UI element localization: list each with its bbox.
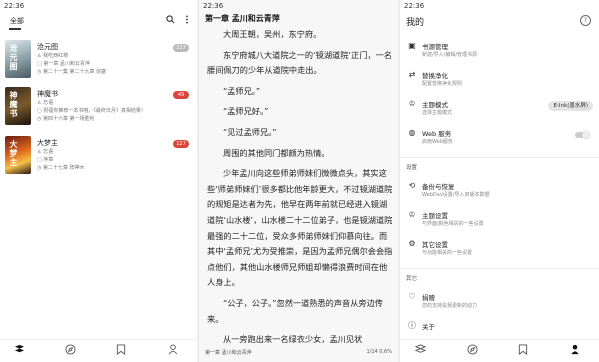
menu-item-about[interactable]: ⓘ 关于 [400,321,599,335]
paragraph: 少年孟川向这些师弟师妹们微微点头，其实这些‘师弟师妹们’很多都比他年龄更大，不过… [207,168,393,288]
book-latest: 序章 [43,157,54,163]
book-cover: 大梦主 [5,136,31,174]
menu-item-donate[interactable]: ♡ 捐赠 您的支持是我更新的动力 [400,292,599,314]
paragraph: 东宁府城八大道院之一的‘镜湖道院’正门，一名腰间佩刀的少年从道院中走出。 [207,49,392,76]
globe-icon: ◍ [408,128,416,137]
unread-badge: 127 [173,140,189,148]
book-current: 第二十一集 第二十九章 剑塞 [42,69,107,75]
divider [400,268,599,269]
paragraph: 大周王朝，吴州，东宁府。 [223,29,322,39]
book-current: 第二十七章 阵神木 [42,165,85,171]
rss-icon[interactable] [516,344,530,358]
book-item[interactable]: 沧元图 沧元图 ♙ 我吃西红柿 ▢ 第一章 孟川和云青萍 ◷ 第二十一集 第二十… [0,40,197,84]
unread-badge: 227 [173,44,189,52]
compass-icon[interactable] [63,344,77,358]
replace-icon: ⇄ [408,70,416,79]
book-item[interactable]: 大梦主 大梦主 ♙ 忘语 ▢ 序章 ◷ 第二十七章 阵神木 127 [0,136,197,180]
section-other: 其它 [406,276,418,282]
section-settings: 设置 [406,165,418,171]
tab-indicator [9,28,21,30]
reader-screen[interactable]: 22:36 第一章 孟川和云青萍 大周王朝，吴州，东宁府。 东宁府城八大道院之一… [199,0,398,362]
shirt-icon: ♔ [408,99,416,108]
reader-footer: 第一章 孟川和云青萍 1/14 0.6% [205,349,392,359]
bottom-nav [0,339,197,362]
backup-icon: ⟲ [408,181,416,190]
paragraph: “孟师兄。” [223,85,261,96]
bottom-nav [400,339,599,362]
profile-icon[interactable] [568,344,582,358]
paragraph: “公子，公子。”忽然一道熟悉的声音从旁边传来。 [207,297,383,324]
profile-icon[interactable] [166,344,180,358]
paragraph: 周围的其他同门都颇为热情。 [223,147,330,158]
menu-item-theme-mode[interactable]: ♔ 主题模式 选择主题模式 E-Ink(墨水屏) [400,99,599,121]
book-current: 第四十六章 第一场胜利 [42,116,95,122]
footer-chapter: 第一章 孟川和云青萍 [205,350,252,356]
book-author: 忘语 [43,100,54,106]
chapter-title: 第一章 孟川和云青萍 [205,14,280,23]
shirt-icon: ♔ [408,210,416,219]
book-cover: 沧元图 [5,40,31,78]
paragraph: “见过孟师兄。” [223,126,277,137]
paragraph: “孟师兄好。” [223,106,269,117]
search-icon[interactable] [166,15,175,27]
menu-item-theme-settings[interactable]: ♔ 主题设置 与界面/颜色相关的一些设置 [400,210,599,232]
app-screens: 22:36 全部 沧元图 沧元图 ♙ 我吃西红柿 ▢ 第一章 孟川和云青萍 ◷ … [0,0,599,362]
chapter-content: 大周王朝，吴州，东宁府。 东宁府城八大道院之一的‘镜湖道院’正门，一名腰间佩刀的… [207,27,393,353]
menu-item-source[interactable]: ▣ 书源管理 新建/导入/编辑/管理书源 [400,41,599,63]
book-title: 神魔书 [37,90,58,98]
book-author: 我吃西红柿 [43,53,69,59]
my-screen: 22:36 我的 ? ▣ 书源管理 新建/导入/编辑/管理书源 ⇄ 替换净化 配… [400,0,599,362]
status-time: 22:36 [4,2,25,10]
status-time: 22:36 [203,2,224,10]
help-icon[interactable]: ? [580,15,591,26]
page-title: 我的 [406,18,425,28]
book-author: 忘语 [43,149,54,155]
web-service-toggle[interactable] [575,131,590,139]
more-menu-icon[interactable] [185,15,189,27]
info-icon: ⓘ [408,321,416,330]
paragraph: 从一旁跑出来一名绿衣少女，孟川见状 [223,334,363,345]
menu-item-backup[interactable]: ⟲ 备份与恢复 WebDav设置/导入旧版本数据 [400,181,599,203]
status-time: 22:36 [404,2,425,10]
shelf-toolbar: 全部 [0,12,197,30]
book-latest: 第一章 孟川和云青萍 [43,61,90,67]
bookshelf-icon[interactable] [12,344,26,358]
book-item[interactable]: 神魔书 神魔书 ♙ 忘语 ▢ 祝福你推荐一本书哦，《最终日月》真相结果！ ◷ 第… [0,87,197,131]
heart-icon: ♡ [408,292,416,301]
rss-icon[interactable] [114,344,128,358]
bookshelf-screen: 22:36 全部 沧元图 沧元图 ♙ 我吃西红柿 ▢ 第一章 孟川和云青萍 ◷ … [0,0,197,362]
menu-item-replace[interactable]: ⇄ 替换净化 配置替换净化规则 [400,70,599,92]
unread-badge: 49 [173,91,189,99]
footer-progress: 1/14 0.6% [366,349,392,355]
book-cover: 神魔书 [5,87,31,125]
book-title: 沧元图 [37,43,58,51]
book-title: 大梦主 [37,139,58,147]
tab-all[interactable]: 全部 [10,16,24,26]
compass-icon[interactable] [465,344,479,358]
theme-mode-value[interactable]: E-Ink(墨水屏) [548,101,593,111]
menu-item-other-settings[interactable]: ⚙ 其它设置 与功能相关的一些设置 [400,239,599,261]
book-icon: ▣ [408,41,416,50]
menu-item-web[interactable]: ◍ Web 服务 启用Web服务 [400,128,599,150]
gear-icon: ⚙ [408,239,416,248]
divider [400,157,599,158]
book-latest: 祝福你推荐一本书哦，《最终日月》真相结果！ [43,108,146,114]
bookshelf-icon[interactable] [413,344,427,358]
